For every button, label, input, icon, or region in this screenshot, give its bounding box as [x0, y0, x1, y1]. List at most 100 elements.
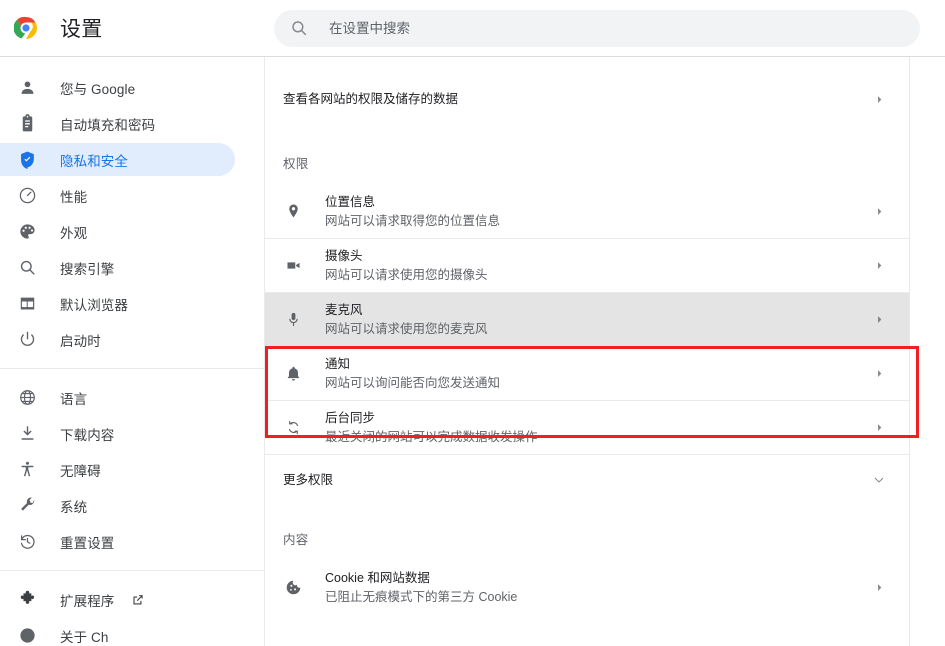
sidebar-item-label: 启动时 — [60, 333, 101, 349]
chevron-down-icon — [869, 470, 889, 490]
permission-title: 通知 — [325, 357, 351, 371]
top-spacer — [265, 57, 909, 69]
chevron-right-icon — [869, 89, 889, 109]
site-settings-row[interactable]: 查看各网站的权限及储存的数据 — [265, 69, 909, 129]
page-title: 设置 — [60, 18, 103, 41]
permission-row-notifications[interactable]: 通知 网站可以询问能否向您发送通知 — [265, 347, 909, 400]
permission-title: 摄像头 — [325, 249, 363, 263]
content-row-cookies[interactable]: Cookie 和网站数据 已阻止无痕模式下的第三方 Cookie — [265, 561, 909, 614]
sidebar-item-extensions[interactable]: 扩展程序 — [0, 583, 235, 616]
more-permissions-text: 更多权限 — [283, 471, 869, 489]
content-area: 查看各网站的权限及储存的数据 权限 位置信息 网站可以请求取得您的位置信息 摄像… — [265, 57, 945, 646]
sidebar-item-label: 搜索引擎 — [60, 261, 115, 277]
content-text: Cookie 和网站数据 已阻止无痕模式下的第三方 Cookie — [325, 569, 869, 606]
palette-icon — [17, 222, 37, 242]
sidebar-divider — [0, 570, 264, 571]
search-icon — [17, 258, 37, 278]
brand-area: 设置 — [0, 13, 265, 43]
clipboard-icon — [17, 114, 37, 134]
site-settings-title: 查看各网站的权限及储存的数据 — [283, 92, 459, 106]
sync-icon — [283, 418, 303, 438]
sidebar-item-label: 扩展程序 — [60, 593, 115, 609]
sidebar-item-label: 下载内容 — [60, 427, 115, 443]
sidebar-item-label: 关于 Ch — [60, 629, 109, 645]
permission-subtitle: 最近关闭的网站可以完成数据收发操作 — [325, 430, 538, 444]
permission-subtitle: 网站可以请求使用您的麦克风 — [325, 322, 488, 336]
sidebar-item-you-and-google[interactable]: 您与 Google — [0, 71, 235, 104]
permission-row-microphone[interactable]: 麦克风 网站可以请求使用您的麦克风 — [265, 293, 909, 346]
location-pin-icon — [283, 202, 303, 222]
accessibility-icon — [17, 460, 37, 480]
more-permissions-label: 更多权限 — [283, 473, 334, 487]
content-section-heading: 内容 — [283, 532, 309, 547]
sidebar-item-languages[interactable]: 语言 — [0, 381, 235, 414]
permission-row-camera[interactable]: 摄像头 网站可以请求使用您的摄像头 — [265, 239, 909, 292]
sidebar-item-search-engine[interactable]: 搜索引擎 — [0, 251, 235, 284]
permission-title: 位置信息 — [325, 195, 376, 209]
permission-subtitle: 网站可以请求使用您的摄像头 — [325, 268, 488, 282]
search-icon — [290, 19, 308, 37]
history-restore-icon — [17, 532, 37, 552]
camera-icon — [283, 256, 303, 276]
sidebar-item-label: 语言 — [60, 391, 88, 407]
puzzle-icon — [17, 590, 37, 610]
open-in-new-icon — [131, 593, 145, 607]
cookie-icon — [283, 578, 303, 598]
site-settings-text: 查看各网站的权限及储存的数据 — [283, 90, 869, 108]
permission-subtitle: 网站可以请求取得您的位置信息 — [325, 214, 501, 228]
browser-icon — [17, 294, 37, 314]
permission-text: 位置信息 网站可以请求取得您的位置信息 — [325, 193, 869, 230]
permission-title: 后台同步 — [325, 411, 376, 425]
chevron-right-icon — [869, 364, 889, 384]
heading-gap — [265, 549, 909, 561]
wrench-icon — [17, 496, 37, 516]
sidebar-item-on-startup[interactable]: 启动时 — [0, 323, 235, 356]
sidebar-item-autofill-passwords[interactable]: 自动填充和密码 — [0, 107, 235, 140]
sidebar-item-label: 性能 — [60, 189, 88, 205]
chevron-right-icon — [869, 256, 889, 276]
bell-icon — [283, 364, 303, 384]
search-bar[interactable] — [274, 9, 920, 47]
settings-window: 设置 您与 Google 自动填充和密 — [0, 0, 945, 646]
chrome-logo-icon — [14, 16, 38, 40]
sidebar-item-label: 自动填充和密码 — [60, 117, 156, 133]
person-icon — [17, 78, 37, 98]
speedometer-icon — [17, 186, 37, 206]
sidebar-item-system[interactable]: 系统 — [0, 489, 235, 522]
privacy-security-card: 查看各网站的权限及储存的数据 权限 位置信息 网站可以请求取得您的位置信息 摄像… — [265, 57, 919, 646]
chevron-right-icon — [869, 202, 889, 222]
sidebar-item-about-chrome[interactable]: 关于 Ch — [0, 619, 235, 646]
microphone-icon — [283, 310, 303, 330]
search-area — [265, 9, 945, 47]
permission-text: 通知 网站可以询问能否向您发送通知 — [325, 355, 869, 392]
sidebar-item-label: 默认浏览器 — [60, 297, 128, 313]
sidebar-divider — [0, 368, 264, 369]
sidebar-item-reset-settings[interactable]: 重置设置 — [0, 525, 235, 558]
permission-row-background-sync[interactable]: 后台同步 最近关闭的网站可以完成数据收发操作 — [265, 401, 909, 454]
sidebar-item-privacy-security[interactable]: 隐私和安全 — [0, 143, 235, 176]
sidebar-item-downloads[interactable]: 下载内容 — [0, 417, 235, 450]
sidebar-item-performance[interactable]: 性能 — [0, 179, 235, 212]
sidebar-item-default-browser[interactable]: 默认浏览器 — [0, 287, 235, 320]
chevron-right-icon — [869, 310, 889, 330]
sidebar-item-label: 无障碍 — [60, 463, 101, 479]
search-input[interactable] — [329, 20, 904, 36]
permission-subtitle: 网站可以询问能否向您发送通知 — [325, 376, 501, 390]
sidebar-item-label: 您与 Google — [60, 81, 136, 97]
sidebar-item-label: 重置设置 — [60, 535, 115, 551]
power-icon — [17, 330, 37, 350]
more-permissions-row[interactable]: 更多权限 — [265, 455, 909, 505]
heading-gap — [265, 173, 909, 185]
app-header: 设置 — [0, 0, 945, 57]
sidebar-item-appearance[interactable]: 外观 — [0, 215, 235, 248]
permission-text: 摄像头 网站可以请求使用您的摄像头 — [325, 247, 869, 284]
permission-row-location[interactable]: 位置信息 网站可以请求取得您的位置信息 — [265, 185, 909, 238]
chevron-right-icon — [869, 418, 889, 438]
sidebar-item-label: 外观 — [60, 225, 88, 241]
permission-title: 麦克风 — [325, 303, 363, 317]
sidebar-item-accessibility[interactable]: 无障碍 — [0, 453, 235, 486]
sidebar: 您与 Google 自动填充和密码 隐私和安全 性能 外观 搜索引擎 默认浏览器… — [0, 57, 265, 646]
content-title: Cookie 和网站数据 — [325, 571, 430, 585]
globe-icon — [17, 388, 37, 408]
